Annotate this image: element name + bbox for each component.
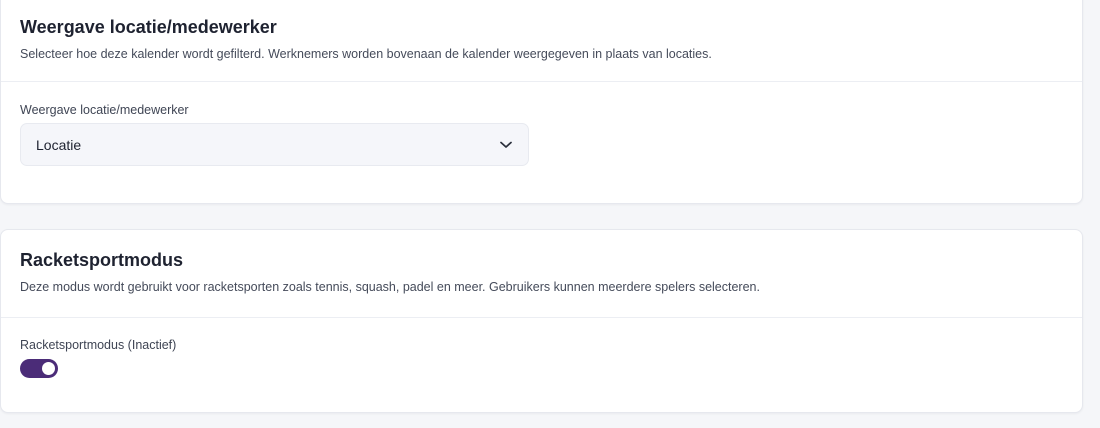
display-settings-title: Weergave locatie/medewerker [20,17,277,37]
display-settings-card: Weergave locatie/medewerker Selecteer ho… [0,0,1083,204]
racket-mode-toggle-label: Racketsportmodus (Inactief) [20,338,177,352]
racket-mode-body: Racketsportmodus (Inactief) [1,318,1082,378]
display-mode-select[interactable]: Locatie [20,123,529,166]
racket-mode-header: Racketsportmodus Deze modus wordt gebrui… [1,230,1082,318]
display-settings-header: Weergave locatie/medewerker Selecteer ho… [1,0,1082,82]
display-settings-body: Weergave locatie/medewerker Locatie [1,82,1082,166]
racket-mode-title: Racketsportmodus [20,250,184,270]
racket-mode-toggle[interactable] [20,359,58,378]
racket-mode-toggle-knob [42,362,55,375]
display-mode-label: Weergave locatie/medewerker [20,103,189,117]
display-mode-select-value: Locatie [36,136,82,153]
chevron-down-icon [499,138,513,152]
display-settings-description: Selecteer hoe deze kalender wordt gefilt… [20,47,712,61]
racket-mode-description: Deze modus wordt gebruikt voor racketspo… [20,280,760,294]
racket-mode-card: Racketsportmodus Deze modus wordt gebrui… [0,229,1083,413]
